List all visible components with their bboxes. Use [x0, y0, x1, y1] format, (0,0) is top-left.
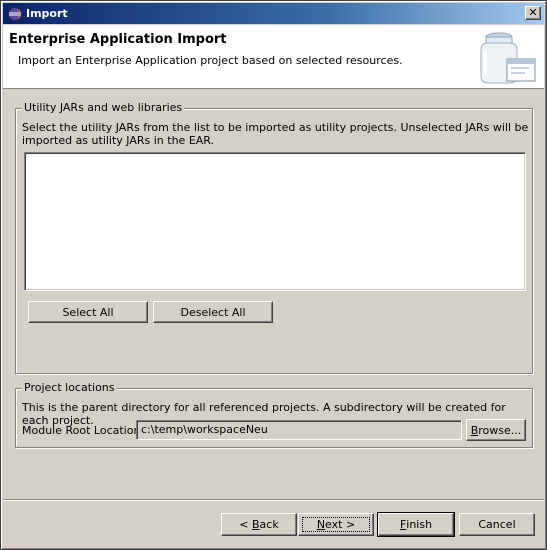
page-description: Import an Enterprise Application project… — [18, 54, 403, 67]
footer-separator — [3, 499, 544, 501]
browse-mnemonic: B — [470, 423, 479, 437]
deselect-all-button[interactable]: Deselect All — [153, 301, 273, 323]
utility-jars-group: Utility JARs and web libraries Select th… — [15, 101, 533, 374]
close-icon: ✕ — [528, 6, 538, 19]
close-button[interactable]: ✕ — [525, 6, 541, 20]
select-all-button[interactable]: Select All — [28, 301, 148, 323]
browse-rest: rowse... — [478, 423, 522, 437]
cancel-button[interactable]: Cancel — [459, 513, 535, 536]
project-locations-legend: Project locations — [22, 381, 117, 395]
utility-jars-legend: Utility JARs and web libraries — [22, 101, 185, 115]
next-rest: ext > — [325, 518, 356, 531]
browse-button[interactable]: Browse... — [466, 419, 526, 441]
module-root-field[interactable]: c:\temp\workspaceNeu — [136, 420, 462, 440]
back-mnemonic: B — [252, 518, 260, 531]
wizard-header: Enterprise Application Import Import an … — [3, 25, 544, 89]
next-button[interactable]: Next > — [298, 513, 374, 536]
next-mnemonic: N — [316, 518, 326, 531]
finish-button[interactable]: Finish — [377, 512, 455, 537]
finish-rest: inish — [406, 518, 433, 531]
page-title: Enterprise Application Import — [9, 32, 227, 47]
project-locations-group: Project locations This is the parent dir… — [15, 381, 533, 448]
utility-jars-list[interactable] — [24, 152, 526, 291]
back-rest: ack — [259, 518, 279, 531]
window-title: Import — [26, 7, 68, 20]
title-bar[interactable]: Import ✕ — [3, 3, 544, 24]
import-dialog: Import ✕ Enterprise Application Import I… — [0, 0, 547, 550]
eclipse-icon — [8, 7, 22, 21]
jar-import-icon — [480, 32, 536, 84]
back-button[interactable]: < Back — [221, 513, 297, 536]
back-prefix: < — [239, 518, 252, 531]
utility-jars-description: Select the utility JARs from the list to… — [22, 121, 529, 147]
module-root-label: Module Root Location: — [22, 424, 145, 437]
